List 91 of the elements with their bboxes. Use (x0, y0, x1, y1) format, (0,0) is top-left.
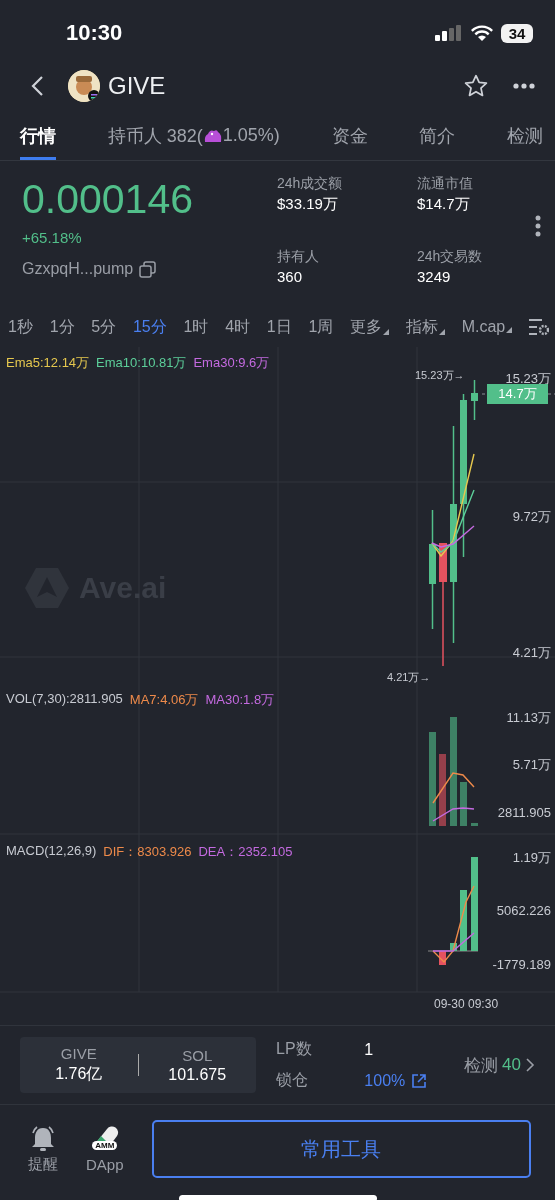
legend-text: DEA：2352.105 (198, 843, 293, 861)
star-icon[interactable] (463, 73, 489, 99)
axis-label: 1.19万 (512, 850, 551, 866)
pair-amount: 1.76亿 (55, 1064, 103, 1084)
timeframe-tab[interactable]: 1周 (308, 316, 334, 338)
timeframe-tab[interactable]: 1秒 (8, 316, 33, 338)
nav-button[interactable]: 提醒 (28, 1124, 58, 1174)
caret-icon (438, 328, 445, 335)
chevron-right-icon (525, 1057, 535, 1073)
timeframe-tab[interactable]: M.cap (461, 318, 513, 336)
stat-value: 3249 (417, 268, 452, 285)
stat-value: $33.19万 (277, 195, 339, 214)
current-price-tag: 14.7万 (487, 384, 548, 404)
legend-text: VOL(7,30):2811.905 (6, 691, 123, 708)
bell-icon (30, 1124, 56, 1153)
stat-label: 持有人 (277, 248, 320, 266)
legend-text: Ema5:12.14万 (6, 354, 90, 372)
lp-count: 1 (364, 1040, 375, 1059)
tab[interactable]: 检测 (506, 114, 543, 160)
settings-icon[interactable] (528, 318, 549, 336)
tab[interactable]: 行情 (20, 114, 56, 160)
more-icon[interactable] (513, 83, 535, 89)
lp-label: LP数 (276, 1039, 313, 1059)
axis-label: 5062.226 (496, 903, 551, 919)
tab[interactable]: 资金 (331, 114, 368, 160)
stat-label: 24h交易数 (417, 248, 484, 266)
pair-amount: 101.675 (168, 1065, 227, 1084)
external-link-icon[interactable] (411, 1072, 428, 1089)
token-title: GIVE (108, 72, 167, 100)
axis-label: 5.71万 (512, 757, 551, 773)
timeframe-tab[interactable]: 1日 (266, 316, 292, 338)
candle (471, 379, 478, 421)
stat-value: $14.7万 (417, 195, 471, 214)
time-axis-label: 09-30 09:30 (434, 997, 499, 1011)
price-value: 0.000146 (22, 175, 194, 223)
axis-label: -1779.189 (492, 957, 551, 973)
caret-icon (383, 328, 390, 335)
timeframe-tab[interactable]: 4时 (225, 316, 251, 338)
check-link[interactable]: 检测 40 (464, 1053, 535, 1077)
back-icon[interactable] (30, 75, 44, 97)
volume-bar (439, 754, 446, 826)
stat-value: 360 (277, 268, 304, 285)
macd-bar (439, 951, 446, 965)
tab[interactable]: 简介 (419, 114, 456, 160)
legend-text: MACD(12,26,9) (6, 843, 97, 860)
avatar-icon (68, 70, 100, 102)
tab[interactable]: 持币人 382( 1.05%) (107, 114, 280, 160)
volume-bar (471, 823, 478, 826)
high-marker: 15.23万→ (415, 368, 465, 383)
ma-line (432, 772, 475, 804)
caret-icon (506, 327, 513, 333)
status-time: 10:30 (66, 20, 123, 46)
axis-label: 11.13万 (506, 710, 551, 726)
axis-label: 4.21万 (512, 645, 551, 661)
contract-address: GzxpqH...pump (22, 260, 134, 278)
legend-text: MA30:1.8万 (205, 691, 275, 709)
low-marker: 4.21万→ (387, 670, 431, 685)
stat-label: 24h成交额 (277, 175, 344, 193)
dea-line (432, 932, 475, 952)
legend-text: Ema30:9.6万 (193, 354, 270, 372)
timeframe-tab[interactable]: 1分 (49, 316, 75, 338)
more-icon[interactable] (535, 215, 541, 237)
macd-bar (460, 890, 467, 951)
lock-value: 100% (364, 1071, 406, 1090)
price-change: +65.18% (22, 229, 83, 246)
timeframe-tab[interactable]: 15分 (132, 316, 167, 338)
copy-icon[interactable] (139, 260, 157, 278)
pair-symbol: GIVE (60, 1045, 97, 1062)
signal-icon (435, 25, 463, 41)
tools-button[interactable]: 常用工具 (151, 1120, 531, 1178)
axis-label: 9.72万 (512, 509, 551, 525)
timeframe-tab[interactable]: 指标 (405, 316, 445, 338)
legend-text: DIF：8303.926 (103, 843, 192, 861)
volume-bar (460, 782, 467, 826)
timeframe-tab[interactable]: 5分 (91, 316, 117, 338)
macd-bar (450, 943, 457, 951)
timeframe-tab[interactable]: 1时 (183, 316, 209, 338)
stat-label: 流通市值 (417, 175, 474, 193)
frog-icon (202, 127, 223, 144)
legend-text: MA7:4.06万 (129, 691, 199, 709)
battery-level: 34 (501, 23, 533, 43)
wifi-icon (471, 25, 493, 41)
ma-line (432, 807, 475, 822)
amm-label: AMM (92, 1140, 118, 1150)
nav-button[interactable]: AMM DApp (86, 1125, 124, 1173)
pair-symbol: SOL (182, 1046, 213, 1064)
lock-label: 锁仓 (276, 1070, 309, 1090)
axis-label: 15.23万 (505, 371, 551, 387)
timeframe-tab[interactable]: 更多 (350, 316, 390, 338)
legend-text: Ema10:10.81万 (96, 354, 187, 372)
axis-label: 2811.905 (497, 805, 551, 821)
